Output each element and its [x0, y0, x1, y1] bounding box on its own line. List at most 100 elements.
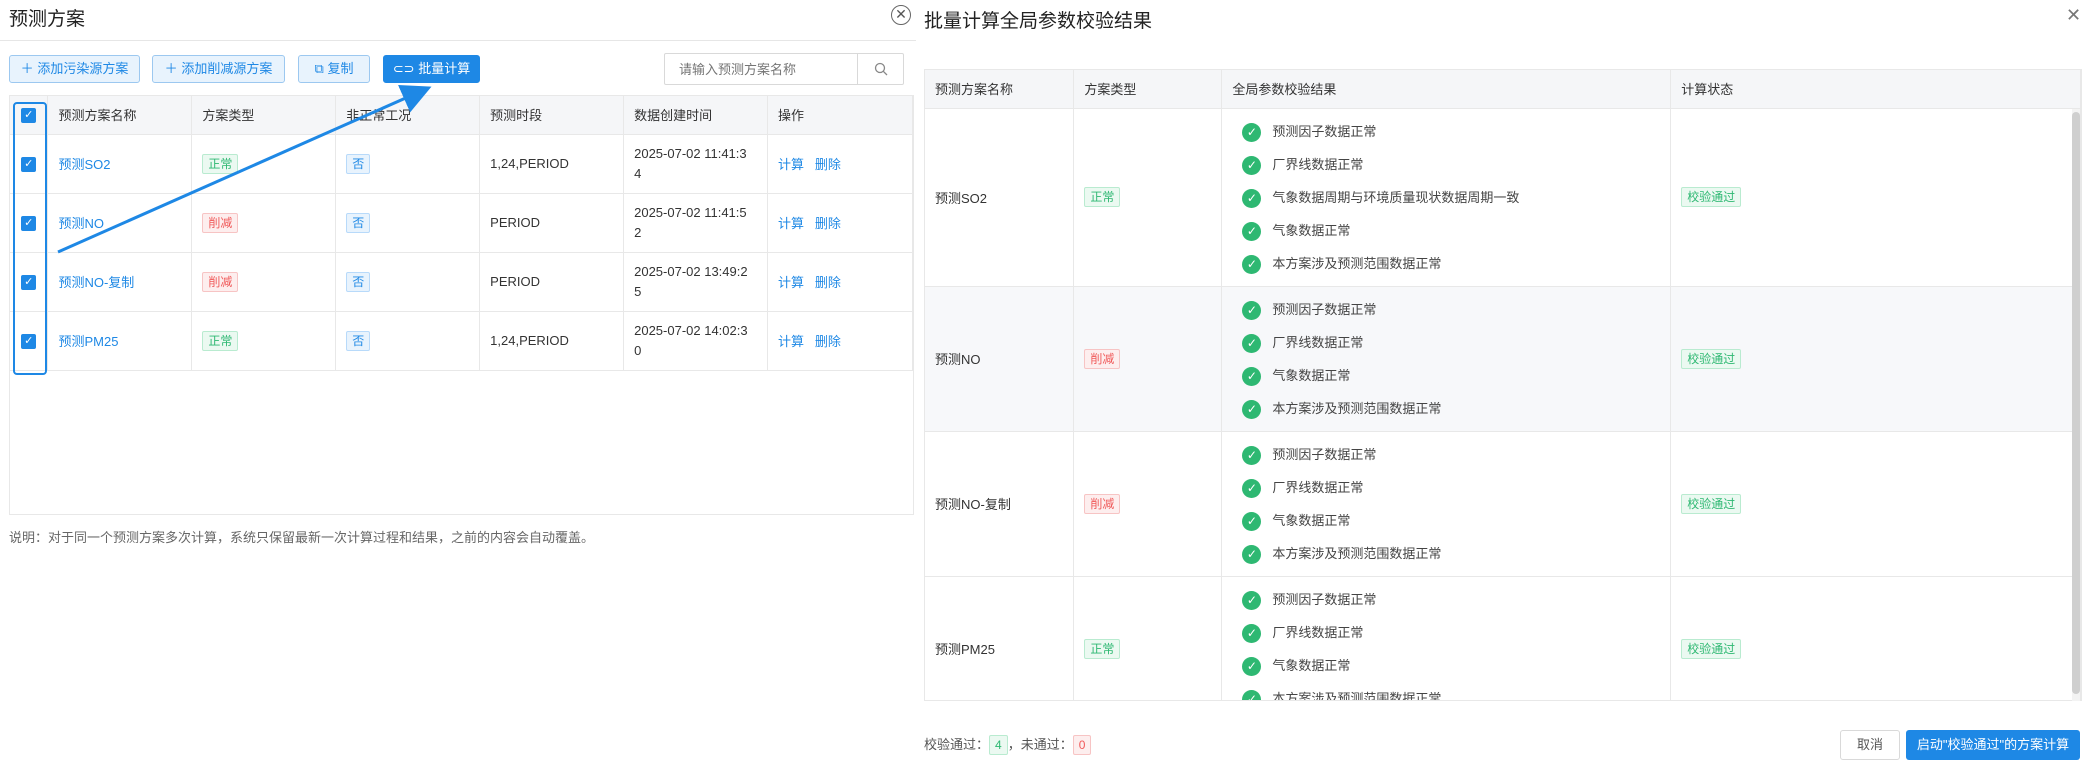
check-text: 本方案涉及预测范围数据正常 — [1272, 255, 1442, 271]
check-circle-icon: ✓ — [1242, 445, 1262, 465]
passed-label: 校验通过： — [924, 737, 990, 752]
check-circle-icon: ✓ — [1242, 544, 1262, 564]
close-icon[interactable]: ✕ — [2066, 5, 2081, 26]
calc-link[interactable]: 计算 — [778, 334, 804, 349]
table-row: 预测NO 削减 ✓ 预测因子数据正常 ✓ 厂界线数据正常 ✓ 气象数据正常 ✓ 本方案涉及预测范围… — [925, 286, 2081, 432]
status-tag: 校验通过 — [1681, 348, 1742, 369]
check-circle-icon: ✓ — [1242, 623, 1262, 643]
check-item: ✓ 厂界线数据正常 — [1242, 616, 1650, 649]
validation-summary: 校验通过： 4 ，未通过： 0 — [924, 734, 1092, 755]
check-circle-icon: ✓ — [1242, 590, 1262, 610]
check-list: ✓ 预测因子数据正常 ✓ 厂界线数据正常 ✓ 气象数据正常 ✓ 本方案涉及预测范围数据正常 — [1221, 576, 1672, 700]
check-item: ✓ 气象数据正常 — [1242, 214, 1650, 247]
col-header: 方案类型 — [1073, 70, 1223, 109]
passed-count: 4 — [989, 735, 1008, 755]
check-circle-icon: ✓ — [1242, 478, 1262, 498]
col-header: 计算状态 — [1670, 70, 2081, 109]
check-circle-icon: ✓ — [1242, 399, 1262, 419]
check-text: 预测因子数据正常 — [1272, 301, 1377, 317]
table-row: 预测PM25 正常 ✓ 预测因子数据正常 ✓ 厂界线数据正常 ✓ 气象数据正常 ✓ 本方案涉及预测… — [925, 576, 2081, 700]
check-text: 本方案涉及预测范围数据正常 — [1272, 400, 1442, 416]
check-text: 气象数据正常 — [1272, 367, 1351, 383]
scheme-name-link[interactable]: 预测PM25 — [58, 334, 118, 349]
note-text: 说明：对于同一个预测方案多次计算，系统只保留最新一次计算过程和结果，之前的内容会… — [9, 530, 595, 545]
check-text: 厂界线数据正常 — [1272, 156, 1364, 172]
failed-count: 0 — [1072, 735, 1092, 755]
annotation-arrow — [57, 85, 432, 254]
check-circle-icon: ✓ — [1242, 254, 1262, 274]
right-panel-title: 批量计算全局参数校验结果 — [924, 11, 1153, 32]
check-item: ✓ 气象数据正常 — [1242, 504, 1650, 537]
check-text: 本方案涉及预测范围数据正常 — [1272, 545, 1442, 561]
table-row: 预测SO2 正常 ✓ 预测因子数据正常 ✓ 厂界线数据正常 ✓ 气象数据周期与环境质量现状数据… — [925, 108, 2081, 287]
table-row: ✓ 预测PM25 正常否 1,24,PERIOD 2025-07-02 14:02:3 0… — [10, 311, 913, 371]
check-item: ✓ 本方案涉及预测范围数据正常 — [1242, 247, 1650, 280]
check-item: ✓ 预测因子数据正常 — [1242, 115, 1650, 148]
check-circle-icon: ✓ — [1242, 300, 1262, 320]
check-text: 气象数据正常 — [1272, 657, 1351, 673]
check-text: 预测因子数据正常 — [1272, 591, 1377, 607]
scheme-name-cell: 预测NO-复制 — [925, 431, 1075, 577]
check-item: ✓ 本方案涉及预测范围数据正常 — [1242, 682, 1650, 700]
check-item: ✓ 预测因子数据正常 — [1242, 293, 1650, 326]
check-text: 气象数据正常 — [1272, 512, 1351, 528]
check-item: ✓ 预测因子数据正常 — [1242, 438, 1650, 471]
type-tag: 正常 — [202, 330, 239, 351]
status-tag: 校验通过 — [1681, 187, 1742, 207]
table-row: 预测NO-复制 削减 ✓ 预测因子数据正常 ✓ 厂界线数据正常 ✓ 气象数据正常 ✓ 本方案涉及预… — [925, 431, 2081, 577]
check-text: 厂界线数据正常 — [1272, 334, 1364, 350]
scheme-name-cell: 预测NO — [925, 286, 1075, 432]
created-time-cell: 2025-07-02 14:02:3 0 — [623, 311, 769, 371]
type-tag: 削减 — [1084, 348, 1121, 369]
created-time-line: 0 — [634, 342, 642, 358]
created-time-line: 2025-07-02 14:02:3 — [634, 322, 748, 338]
check-item: ✓ 本方案涉及预测范围数据正常 — [1242, 392, 1650, 425]
empty-space — [10, 370, 913, 510]
status-tag: 校验通过 — [1681, 638, 1742, 659]
check-text: 气象数据周期与环境质量现状数据周期一致 — [1272, 189, 1520, 205]
check-list: ✓ 预测因子数据正常 ✓ 厂界线数据正常 ✓ 气象数据周期与环境质量现状数据周期一致 ✓ 气象… — [1221, 108, 1672, 287]
check-circle-icon: ✓ — [1242, 122, 1262, 142]
check-item: ✓ 预测因子数据正常 — [1242, 583, 1650, 616]
validation-table: 预测方案名称 方案类型 全局参数校验结果 计算状态 预测SO2 正常 ✓ 预测因子数据… — [925, 70, 2081, 700]
scheme-name-cell: 预测PM25 — [925, 576, 1075, 700]
status-tag: 校验通过 — [1681, 493, 1742, 514]
table-header-row: 预测方案名称 方案类型 全局参数校验结果 计算状态 — [925, 70, 2081, 109]
check-circle-icon: ✓ — [1242, 689, 1262, 700]
check-text: 厂界线数据正常 — [1272, 479, 1364, 495]
col-header: 预测方案名称 — [925, 70, 1075, 109]
check-circle-icon: ✓ — [1242, 188, 1262, 208]
check-item: ✓ 气象数据周期与环境质量现状数据周期一致 — [1242, 181, 1650, 214]
check-circle-icon: ✓ — [1242, 656, 1262, 676]
type-tag: 削减 — [1084, 493, 1121, 514]
scrollbar-thumb[interactable] — [2072, 112, 2080, 694]
start-calculation-button[interactable]: 启动"校验通过"的方案计算 — [1906, 730, 2080, 760]
check-item: ✓ 厂界线数据正常 — [1242, 471, 1650, 504]
check-text: 厂界线数据正常 — [1272, 624, 1364, 640]
check-circle-icon: ✓ — [1242, 333, 1262, 353]
check-circle-icon: ✓ — [1242, 221, 1262, 241]
type-tag: 正常 — [1084, 638, 1121, 659]
type-tag: 正常 — [1084, 187, 1121, 207]
check-item: ✓ 气象数据正常 — [1242, 359, 1650, 392]
abnormal-tag: 否 — [346, 330, 371, 351]
delete-link[interactable]: 删除 — [815, 334, 841, 349]
summary-separator: ， — [1007, 737, 1021, 752]
validation-table-container: 预测方案名称 方案类型 全局参数校验结果 计算状态 预测SO2 正常 ✓ 预测因子数据… — [924, 69, 2082, 701]
check-list: ✓ 预测因子数据正常 ✓ 厂界线数据正常 ✓ 气象数据正常 ✓ 本方案涉及预测范围数据正常 — [1221, 286, 1672, 432]
check-text: 气象数据正常 — [1272, 222, 1351, 238]
check-text: 预测因子数据正常 — [1272, 123, 1377, 139]
check-item: ✓ 本方案涉及预测范围数据正常 — [1242, 537, 1650, 570]
check-text: 预测因子数据正常 — [1272, 446, 1377, 462]
check-item: ✓ 厂界线数据正常 — [1242, 326, 1650, 359]
check-list: ✓ 预测因子数据正常 ✓ 厂界线数据正常 ✓ 气象数据正常 ✓ 本方案涉及预测范围数据正常 — [1221, 431, 1672, 577]
check-circle-icon: ✓ — [1242, 511, 1262, 531]
scheme-name-cell: 预测SO2 — [925, 108, 1075, 287]
check-item: ✓ 气象数据正常 — [1242, 649, 1650, 682]
check-circle-icon: ✓ — [1242, 366, 1262, 386]
cancel-button[interactable]: 取消 — [1840, 730, 1900, 760]
col-header: 全局参数校验结果 — [1221, 70, 1672, 109]
check-item: ✓ 厂界线数据正常 — [1242, 148, 1650, 181]
failed-label: 未通过： — [1020, 737, 1073, 752]
period-cell: 1,24,PERIOD — [479, 311, 625, 371]
